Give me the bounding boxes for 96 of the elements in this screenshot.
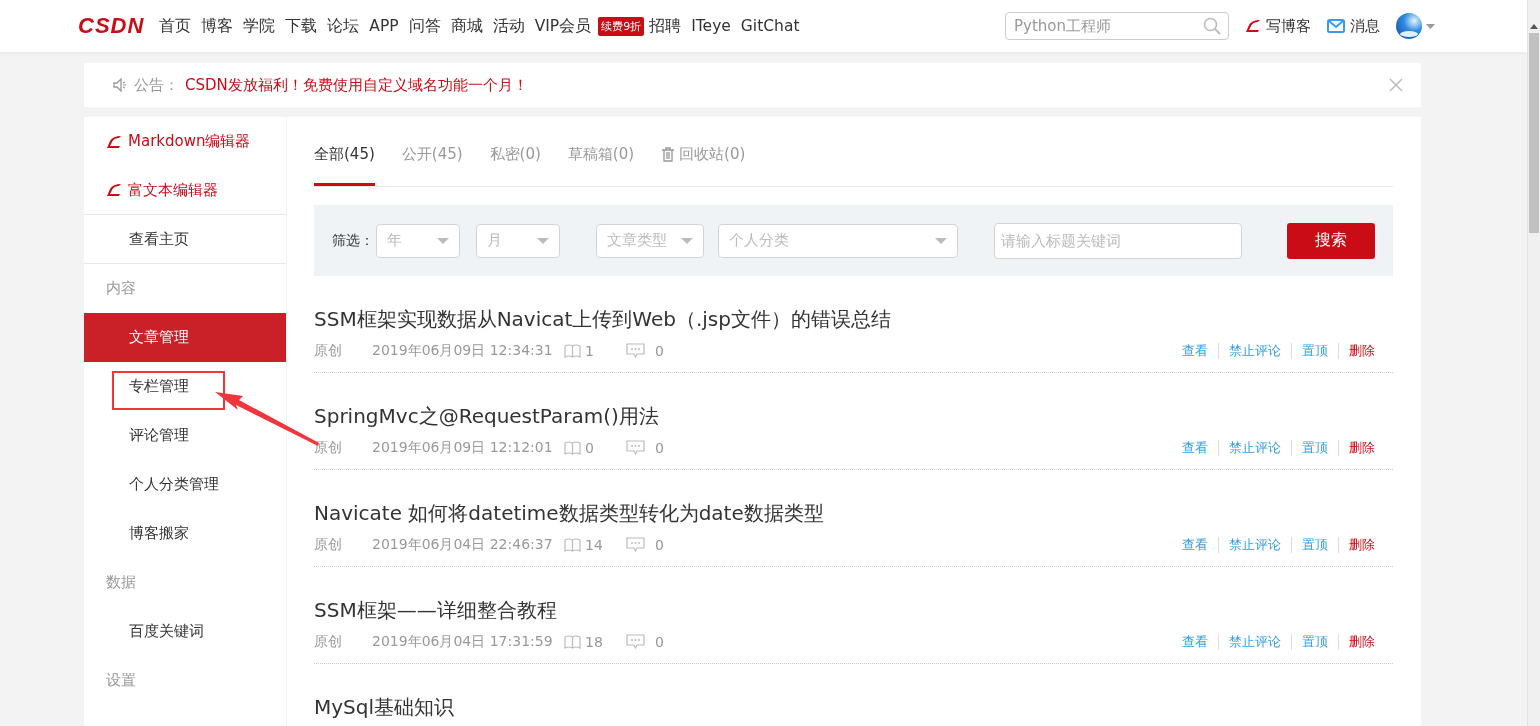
- article-date: 2019年06月09日 12:12:01: [372, 439, 554, 457]
- article-title[interactable]: Navicate 如何将datetime数据类型转化为date数据类型: [314, 501, 824, 525]
- comment-count: 0: [655, 537, 664, 553]
- sidebar-item[interactable]: 文章管理: [84, 313, 286, 362]
- action-link[interactable]: 禁止评论: [1218, 537, 1291, 553]
- action-link[interactable]: 删除: [1338, 634, 1385, 650]
- article-type: 原创: [314, 633, 343, 651]
- comment-count: 0: [655, 343, 664, 359]
- nav-link[interactable]: 招聘: [644, 15, 687, 37]
- scroll-up-icon[interactable]: [1530, 24, 1538, 29]
- sidebar-item[interactable]: 评论管理: [84, 411, 286, 460]
- nav-link[interactable]: VIP会员: [529, 15, 597, 37]
- notice-link[interactable]: CSDN发放福利！免费使用自定义域名功能一个月！: [185, 75, 528, 95]
- comment-count: 0: [655, 440, 664, 456]
- article-title[interactable]: MySql基础知识: [314, 695, 455, 719]
- site-logo[interactable]: CSDN: [78, 13, 145, 39]
- filter-label: 筛选：: [332, 231, 374, 250]
- caret-icon[interactable]: [1426, 23, 1435, 29]
- book-icon: [564, 344, 581, 358]
- nav-link[interactable]: 博客: [196, 15, 239, 37]
- promo-badge: 续费9折: [598, 16, 645, 36]
- action-link[interactable]: 删除: [1338, 440, 1385, 456]
- speaker-icon: [112, 77, 128, 93]
- comment-icon: [626, 537, 645, 553]
- scrollbar-thumb[interactable]: [1529, 33, 1539, 233]
- search-icon[interactable]: [1203, 17, 1221, 35]
- caret-icon: [437, 237, 449, 244]
- sidebar-item[interactable]: 百度关键词: [84, 607, 286, 656]
- nav-link[interactable]: 问答: [403, 15, 446, 37]
- action-link[interactable]: 删除: [1338, 537, 1385, 553]
- search-button[interactable]: 搜索: [1287, 222, 1375, 259]
- action-link[interactable]: 置顶: [1291, 537, 1338, 553]
- comment-icon: [626, 634, 645, 650]
- article-title[interactable]: SSM框架——详细整合教程: [314, 598, 557, 622]
- trash-icon: [661, 147, 676, 162]
- write-blog-link[interactable]: 写博客: [1266, 16, 1311, 36]
- caret-icon: [537, 237, 549, 244]
- article-date: 2019年06月04日 17:31:59: [372, 633, 554, 651]
- nav-link[interactable]: 首页: [154, 15, 197, 37]
- action-link[interactable]: 禁止评论: [1218, 440, 1291, 456]
- action-link[interactable]: 删除: [1338, 343, 1385, 359]
- nav-link[interactable]: 下载: [280, 15, 323, 37]
- read-count: 14: [585, 537, 603, 553]
- read-count: 1: [585, 343, 594, 359]
- sidebar-item[interactable]: 专栏管理: [84, 362, 286, 411]
- action-link[interactable]: 查看: [1172, 537, 1218, 553]
- section-heading: 设置: [106, 671, 136, 690]
- article-title[interactable]: SSM框架实现数据从Navicat上传到Web（.jsp文件）的错误总结: [314, 307, 891, 331]
- messages-link[interactable]: 消息: [1350, 16, 1380, 36]
- nav-link[interactable]: 学院: [238, 15, 281, 37]
- keyword-field[interactable]: 请输入标题关键词: [994, 222, 1242, 259]
- read-count: 18: [585, 634, 603, 650]
- nav-link[interactable]: GitChat: [735, 17, 805, 35]
- tab[interactable]: 全部(45): [314, 144, 375, 186]
- book-icon: [564, 635, 581, 649]
- article-title[interactable]: SpringMvc之@RequestParam()用法: [314, 404, 659, 428]
- action-link[interactable]: 置顶: [1291, 343, 1338, 359]
- caret-icon: [681, 237, 693, 244]
- quill-icon: [106, 183, 122, 197]
- article-type: 原创: [314, 439, 343, 457]
- action-link[interactable]: 查看: [1172, 343, 1218, 359]
- read-count: 0: [585, 440, 594, 456]
- sidebar-item[interactable]: 个人分类管理: [84, 460, 286, 509]
- article-type: 原创: [314, 342, 343, 360]
- action-link[interactable]: 置顶: [1291, 634, 1338, 650]
- close-icon[interactable]: [1389, 78, 1403, 92]
- notice-label: 公告：: [134, 75, 179, 95]
- nav-link[interactable]: 活动: [487, 15, 530, 37]
- nav-link[interactable]: ITeye: [686, 17, 736, 35]
- article-type: 原创: [314, 536, 343, 554]
- editor-link[interactable]: 富文本编辑器: [128, 180, 218, 200]
- nav-link[interactable]: 论坛: [322, 15, 365, 37]
- action-link[interactable]: 禁止评论: [1218, 343, 1291, 359]
- comment-icon: [626, 440, 645, 456]
- editor-link[interactable]: Markdown编辑器: [128, 132, 251, 151]
- article-date: 2019年06月09日 12:34:31: [372, 342, 554, 360]
- article-date: 2019年06月04日 22:46:37: [372, 536, 554, 554]
- caret-icon: [935, 237, 947, 244]
- action-link[interactable]: 禁止评论: [1218, 634, 1291, 650]
- sidebar-item[interactable]: 查看主页: [84, 215, 286, 264]
- comment-count: 0: [655, 634, 664, 650]
- avatar[interactable]: [1396, 13, 1422, 39]
- quill-icon: [1245, 19, 1261, 33]
- nav-link[interactable]: APP: [364, 17, 404, 35]
- action-link[interactable]: 置顶: [1291, 440, 1338, 456]
- book-icon: [564, 538, 581, 552]
- action-link[interactable]: 查看: [1172, 634, 1218, 650]
- sidebar-item[interactable]: 博客搬家: [84, 509, 286, 558]
- section-heading: 内容: [106, 279, 136, 298]
- mail-icon: [1327, 19, 1345, 33]
- action-link[interactable]: 查看: [1172, 440, 1218, 456]
- comment-icon: [626, 343, 645, 359]
- quill-icon: [106, 134, 122, 149]
- book-icon: [564, 441, 581, 455]
- nav-link[interactable]: 商城: [445, 15, 488, 37]
- section-heading: 数据: [106, 573, 136, 592]
